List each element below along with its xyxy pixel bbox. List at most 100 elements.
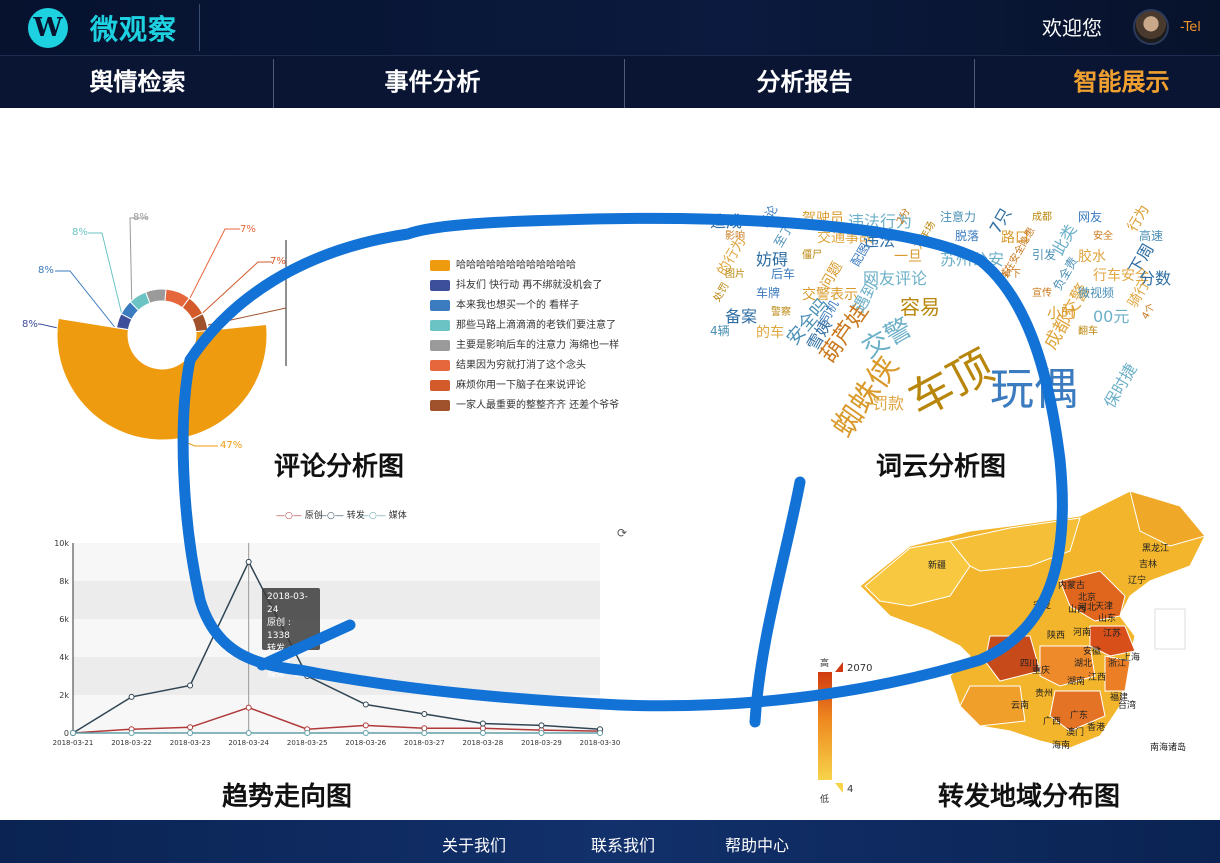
word-cloud-term[interactable]: 苏州公安: [940, 246, 1004, 270]
map-color-scale[interactable]: [818, 672, 832, 780]
series-point[interactable]: [479, 720, 486, 727]
word-cloud-term[interactable]: 引发: [1032, 246, 1056, 263]
series-point[interactable]: [187, 730, 194, 736]
word-cloud-term[interactable]: 微视频: [1078, 284, 1114, 301]
nav-item-reports[interactable]: 分析报告: [727, 56, 882, 108]
word-cloud-term[interactable]: 成都: [1032, 208, 1052, 223]
map-province-label[interactable]: 澳门: [1066, 725, 1084, 738]
word-cloud-term[interactable]: 翻车: [1078, 322, 1098, 337]
pie-legend-item[interactable]: 本来我也想买一个的 看样子: [430, 296, 579, 311]
series-point[interactable]: [187, 682, 194, 689]
app-logo-icon[interactable]: W: [28, 8, 68, 48]
word-cloud-term[interactable]: 容易: [900, 291, 940, 320]
map-province-label[interactable]: 台湾: [1118, 698, 1136, 711]
pie-slice[interactable]: [56, 317, 268, 441]
map-province-label[interactable]: 香港: [1087, 720, 1105, 733]
series-point[interactable]: [187, 724, 194, 731]
map-province-label[interactable]: 吉林: [1139, 557, 1157, 570]
map-province-label[interactable]: 云南: [1011, 698, 1029, 711]
map-province-label[interactable]: 贵州: [1035, 686, 1053, 699]
word-cloud-term[interactable]: 玩偶: [990, 353, 1078, 417]
word-cloud-term[interactable]: 车顶: [895, 331, 1003, 429]
map-province-label[interactable]: 江苏: [1103, 626, 1121, 639]
word-cloud-term[interactable]: 图片: [725, 265, 745, 280]
map-province-label[interactable]: 南海诸岛: [1150, 740, 1186, 753]
trend-legend-item[interactable]: —○— 媒体: [360, 508, 407, 521]
map-province-label[interactable]: 广西: [1043, 714, 1061, 727]
series-point[interactable]: [479, 730, 486, 736]
map-province-label[interactable]: 湖南: [1067, 674, 1085, 687]
word-cloud-term[interactable]: 00元: [1093, 303, 1129, 327]
map-province-label[interactable]: 浙江: [1108, 656, 1126, 669]
word-cloud-term[interactable]: 小时: [1047, 303, 1075, 323]
word-cloud-term[interactable]: 备案: [725, 303, 757, 327]
nav-item-search[interactable]: 舆情检索: [60, 56, 215, 108]
series-point[interactable]: [362, 722, 369, 729]
map-province-label[interactable]: 广东: [1070, 708, 1088, 721]
word-cloud-term[interactable]: 保时捷: [1097, 358, 1142, 412]
map-province-label[interactable]: 湖北: [1074, 656, 1092, 669]
word-cloud-term[interactable]: 警察: [771, 303, 791, 318]
map-province-label[interactable]: 辽宁: [1128, 573, 1146, 586]
word-cloud-term[interactable]: 4辆: [710, 322, 730, 339]
map-scale-handle-icon[interactable]: [835, 662, 843, 672]
map-province-label[interactable]: 宁夏: [1033, 598, 1051, 611]
word-cloud-term[interactable]: 驾驶员: [802, 208, 844, 228]
user-avatar[interactable]: [1133, 9, 1169, 45]
footer-link-about[interactable]: 关于我们: [442, 832, 506, 856]
series-point[interactable]: [421, 730, 428, 736]
series-point[interactable]: [597, 730, 603, 736]
series-point[interactable]: [362, 730, 369, 736]
word-cloud-term[interactable]: 注意力: [940, 208, 976, 225]
map-province-label[interactable]: 黑龙江: [1142, 541, 1169, 554]
series-point[interactable]: [538, 722, 545, 729]
series-point[interactable]: [245, 730, 252, 736]
map-province-label[interactable]: 海南: [1052, 738, 1070, 751]
pie-legend-item[interactable]: 那些马路上滴滴滴的老铁们要注意了: [430, 316, 616, 331]
word-cloud-term[interactable]: 僵尸: [802, 246, 822, 261]
nav-item-event-analysis[interactable]: 事件分析: [355, 56, 510, 108]
series-point[interactable]: [128, 693, 135, 700]
pie-legend-item[interactable]: 抖友们 快行动 再不绑就没机会了: [430, 276, 602, 291]
series-point[interactable]: [245, 704, 252, 711]
series-point[interactable]: [421, 711, 428, 717]
word-cloud-term[interactable]: 胶水: [1078, 246, 1106, 266]
series-point[interactable]: [70, 730, 76, 736]
word-cloud-term[interactable]: 一旦: [894, 246, 922, 266]
map-scale-handle-icon[interactable]: [835, 783, 843, 793]
footer-link-contact[interactable]: 联系我们: [591, 832, 655, 856]
pie-legend-item[interactable]: 麻烦你用一下脑子在来说评论: [430, 376, 586, 391]
pie-legend-item[interactable]: 一家人最重要的整整齐齐 还差个爷爷: [430, 396, 619, 411]
word-cloud-term[interactable]: 掉下: [1001, 265, 1021, 280]
pie-legend-item[interactable]: 结果因为穷就打消了这个念头: [430, 356, 586, 371]
map-province-label[interactable]: 河南: [1073, 625, 1091, 638]
username[interactable]: -Tel: [1180, 20, 1201, 35]
word-cloud-term[interactable]: 宣传: [1032, 284, 1052, 299]
word-cloud-term[interactable]: 处罚: [709, 279, 732, 304]
map-province-label[interactable]: 江西: [1088, 670, 1106, 683]
word-cloud-term[interactable]: 脱落: [955, 227, 979, 244]
trend-legend-item[interactable]: —○— 转发: [318, 508, 365, 521]
map-province-label[interactable]: 山东: [1098, 611, 1116, 624]
trend-legend-item[interactable]: —○— 原创: [276, 508, 323, 521]
series-point[interactable]: [304, 730, 311, 736]
word-cloud-term[interactable]: 网友: [1078, 208, 1102, 225]
pie-legend-item[interactable]: 哈哈哈哈哈哈哈哈哈哈哈哈: [430, 256, 576, 271]
word-cloud-term[interactable]: 的车: [756, 322, 784, 342]
word-cloud-term[interactable]: 罚款: [872, 390, 904, 414]
map-province-label[interactable]: 山西: [1068, 602, 1086, 615]
footer-link-help[interactable]: 帮助中心: [725, 832, 789, 856]
map-province-label[interactable]: 新疆: [928, 558, 946, 571]
word-cloud-term[interactable]: 车牌: [756, 284, 780, 301]
nav-item-smart-display[interactable]: 智能展示: [1044, 56, 1199, 108]
series-point[interactable]: [245, 558, 252, 565]
pie-slice[interactable]: [145, 288, 167, 304]
series-point[interactable]: [538, 730, 545, 736]
map-province-label[interactable]: 重庆: [1032, 663, 1050, 676]
word-cloud-term[interactable]: 安全: [1093, 227, 1113, 242]
series-point[interactable]: [362, 701, 369, 708]
map-province-label[interactable]: 陕西: [1047, 628, 1065, 641]
word-cloud-term[interactable]: 后车: [771, 265, 795, 282]
series-point[interactable]: [128, 730, 135, 736]
pie-legend-item[interactable]: 主要是影响后车的注意力 海绵也一样: [430, 336, 619, 351]
